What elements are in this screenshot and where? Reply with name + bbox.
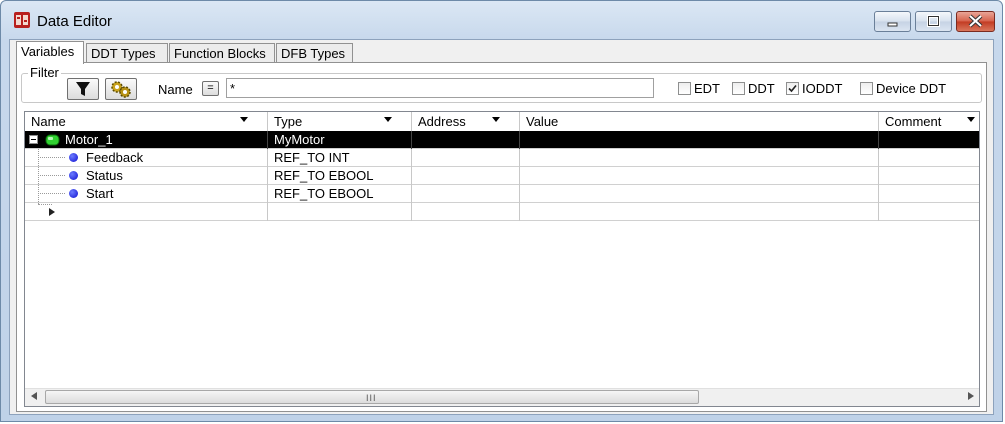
scroll-left-button[interactable]	[25, 389, 42, 406]
variable-name-cell[interactable]: Status	[25, 167, 268, 185]
variable-type-cell[interactable]: MyMotor	[268, 131, 412, 149]
edt-checkbox[interactable]	[678, 82, 691, 95]
variable-name-cell[interactable]: Start	[25, 185, 268, 203]
name-operator-button[interactable]: =	[202, 81, 219, 96]
column-header-address[interactable]: Address	[412, 112, 520, 131]
filter-group: Filter Name = EDT D	[21, 65, 982, 103]
data-editor-window: Data Editor Variables DDT Types Function…	[0, 0, 1003, 422]
tab-ddt-types[interactable]: DDT Types	[86, 43, 168, 63]
minimize-icon	[887, 22, 898, 27]
new-variable-name-cell[interactable]	[25, 203, 268, 221]
sort-dropdown-icon[interactable]	[384, 117, 392, 122]
column-address-label: Address	[418, 114, 466, 129]
variable-address-cell[interactable]	[412, 149, 520, 167]
sort-dropdown-icon[interactable]	[492, 117, 500, 122]
filter-label: Filter	[28, 65, 61, 80]
scroll-left-icon	[30, 392, 37, 400]
variable-address-cell[interactable]	[412, 167, 520, 185]
filter-apply-button[interactable]	[67, 78, 99, 100]
column-header-type[interactable]: Type	[268, 112, 412, 131]
variable-name: Feedback	[86, 150, 144, 165]
name-filter-input[interactable]	[226, 78, 654, 98]
window-title: Data Editor	[37, 13, 113, 30]
gears-icon	[111, 81, 131, 98]
collapse-toggle[interactable]	[29, 135, 38, 144]
elementary-variable-icon	[69, 153, 78, 162]
device-ddt-label: Device DDT	[876, 81, 947, 96]
variable-address-cell[interactable]	[412, 185, 520, 203]
tab-variables[interactable]: Variables	[16, 41, 84, 64]
new-variable-comment-cell[interactable]	[879, 203, 979, 221]
title-bar[interactable]: Data Editor	[1, 1, 1002, 41]
variable-comment-cell[interactable]	[879, 185, 979, 203]
unity-app-icon	[14, 12, 30, 28]
editor-client-area: Variables DDT Types Function Blocks DFB …	[9, 39, 994, 415]
column-header-comment[interactable]: Comment	[879, 112, 979, 131]
variable-comment-cell[interactable]	[879, 167, 979, 185]
variable-type-cell[interactable]: REF_TO EBOOL	[268, 185, 412, 203]
variables-grid: Name Type Address Value Comment Motor_1 …	[24, 111, 980, 407]
table-row[interactable]: Feedback REF_TO INT	[25, 149, 979, 167]
new-row-arrow-icon	[49, 208, 55, 216]
variable-type-cell[interactable]: REF_TO INT	[268, 149, 412, 167]
table-row[interactable]: Status REF_TO EBOOL	[25, 167, 979, 185]
minimize-button[interactable]	[874, 11, 911, 32]
scrollbar-thumb[interactable]: III	[45, 390, 699, 404]
tab-function-blocks[interactable]: Function Blocks	[169, 43, 275, 63]
tab-dfb-types[interactable]: DFB Types	[276, 43, 353, 63]
ddt-checkbox[interactable]	[732, 82, 745, 95]
maximize-button[interactable]	[915, 11, 952, 32]
new-variable-type-cell[interactable]	[268, 203, 412, 221]
ioddt-checkbox[interactable]	[786, 82, 799, 95]
elementary-variable-icon	[69, 189, 78, 198]
variable-comment-cell[interactable]	[879, 131, 979, 149]
variable-value-cell[interactable]	[520, 131, 879, 149]
edt-label: EDT	[694, 81, 720, 96]
scrollbar-grip: III	[366, 393, 377, 403]
structure-variable-icon	[45, 134, 60, 146]
column-name-label: Name	[31, 114, 66, 129]
variable-comment-cell[interactable]	[879, 149, 979, 167]
horizontal-scrollbar[interactable]: III	[25, 388, 979, 406]
column-header-name[interactable]: Name	[25, 112, 268, 131]
grid-header: Name Type Address Value Comment	[25, 112, 979, 132]
variable-value-cell[interactable]	[520, 167, 879, 185]
column-type-label: Type	[274, 114, 303, 129]
variable-name-cell[interactable]: Feedback	[25, 149, 268, 167]
ioddt-label: IODDT	[802, 81, 843, 96]
scroll-right-icon	[967, 392, 974, 400]
sort-dropdown-icon[interactable]	[240, 117, 248, 122]
column-value-label: Value	[526, 114, 559, 129]
maximize-icon	[927, 15, 940, 27]
variable-value-cell[interactable]	[520, 149, 879, 167]
variable-type-cell[interactable]: REF_TO EBOOL	[268, 167, 412, 185]
filter-settings-button[interactable]	[105, 78, 137, 100]
variable-name-cell[interactable]: Motor_1	[25, 131, 268, 149]
device-ddt-checkbox[interactable]	[860, 82, 873, 95]
name-filter-label: Name	[158, 82, 193, 97]
close-button[interactable]	[956, 11, 995, 32]
close-icon	[968, 14, 983, 28]
new-variable-row[interactable]	[25, 203, 979, 221]
variable-value-cell[interactable]	[520, 185, 879, 203]
variable-address-cell[interactable]	[412, 131, 520, 149]
checkmark-icon	[788, 84, 797, 93]
scroll-right-button[interactable]	[962, 389, 979, 406]
variable-name: Motor_1	[65, 132, 113, 147]
funnel-icon	[76, 82, 90, 96]
column-header-value[interactable]: Value	[520, 112, 879, 131]
ddt-label: DDT	[748, 81, 775, 96]
variable-name: Status	[86, 168, 123, 183]
table-row[interactable]: Motor_1 MyMotor	[25, 131, 979, 149]
sort-dropdown-icon[interactable]	[967, 117, 975, 122]
elementary-variable-icon	[69, 171, 78, 180]
minus-icon	[31, 139, 36, 140]
variable-name: Start	[86, 186, 114, 201]
new-variable-value-cell[interactable]	[520, 203, 879, 221]
new-variable-address-cell[interactable]	[412, 203, 520, 221]
column-comment-label: Comment	[885, 114, 942, 129]
table-row[interactable]: Start REF_TO EBOOL	[25, 185, 979, 203]
variables-panel: Filter Name = EDT D	[16, 62, 987, 412]
